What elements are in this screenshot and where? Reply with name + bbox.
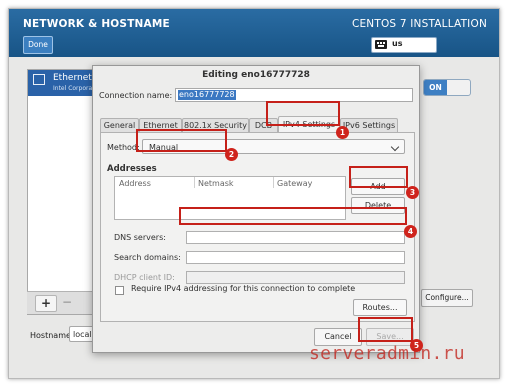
device-toggle[interactable]: ON: [423, 79, 471, 96]
installer-title: CENTOS 7 INSTALLATION: [351, 18, 487, 30]
chevron-down-icon: [390, 142, 400, 152]
connection-name-value: eno16777728: [178, 90, 236, 100]
device-vendor: Intel Corporat: [53, 85, 95, 92]
column-divider: [273, 177, 274, 188]
search-domains-label: Search domains:: [114, 253, 181, 262]
dhcp-client-id-input[interactable]: [186, 271, 405, 284]
require-ipv4-label: Require IPv4 addressing for this connect…: [131, 284, 356, 293]
toggle-on-label: ON: [424, 80, 447, 95]
method-label: Method:: [107, 143, 140, 152]
tab-general[interactable]: General: [100, 118, 139, 133]
highlight-ipv4-tab: [266, 101, 340, 126]
hostname-label: Hostname:: [30, 331, 74, 340]
dns-servers-input[interactable]: [186, 231, 405, 244]
column-header-address: Address: [119, 179, 151, 188]
dns-servers-label: DNS servers:: [114, 233, 166, 242]
column-header-netmask: Netmask: [198, 179, 234, 188]
addresses-heading: Addresses: [107, 164, 157, 174]
highlight-add-button: [349, 166, 408, 188]
search-domains-input[interactable]: [186, 251, 405, 264]
remove-device-button[interactable]: −: [57, 295, 77, 310]
column-divider: [194, 177, 195, 188]
configure-button[interactable]: Configure...: [421, 289, 473, 307]
require-ipv4-checkbox[interactable]: [115, 286, 124, 295]
step-marker-4: 4: [404, 225, 417, 238]
dhcp-client-id-label: DHCP client ID:: [114, 273, 175, 282]
step-marker-1: 1: [336, 126, 349, 139]
connection-name-input[interactable]: eno16777728: [175, 88, 413, 102]
device-list: Ethernet Intel Corporat: [27, 69, 101, 315]
highlight-dns-servers: [179, 207, 407, 225]
connection-name-label: Connection name:: [99, 91, 173, 100]
column-header-gateway: Gateway: [277, 179, 313, 188]
device-item-ethernet[interactable]: Ethernet Intel Corporat: [28, 70, 100, 96]
keyboard-layout-indicator[interactable]: us: [371, 37, 437, 53]
routes-button[interactable]: Routes...: [353, 299, 407, 316]
highlight-save-button: [358, 317, 413, 342]
ipv4-settings-panel: Method: Manual Addresses Address Netmask…: [100, 132, 415, 322]
keyboard-icon: [375, 40, 387, 49]
device-name: Ethernet: [53, 73, 92, 83]
page-title: NETWORK & HOSTNAME: [23, 18, 170, 30]
dialog-title: Editing eno16777728: [202, 70, 310, 80]
header-bar: NETWORK & HOSTNAME Done CENTOS 7 INSTALL…: [9, 9, 499, 57]
step-marker-3: 3: [406, 186, 419, 199]
keyboard-layout-label: us: [392, 39, 403, 48]
highlight-method: [136, 129, 227, 152]
device-list-toolbar: + −: [27, 291, 99, 314]
done-button[interactable]: Done: [23, 36, 53, 54]
add-device-button[interactable]: +: [35, 295, 57, 312]
watermark: serveradmin.ru: [309, 343, 465, 364]
step-marker-2: 2: [225, 148, 238, 161]
ethernet-icon: [33, 74, 45, 85]
installer-window: NETWORK & HOSTNAME Done CENTOS 7 INSTALL…: [8, 8, 500, 379]
